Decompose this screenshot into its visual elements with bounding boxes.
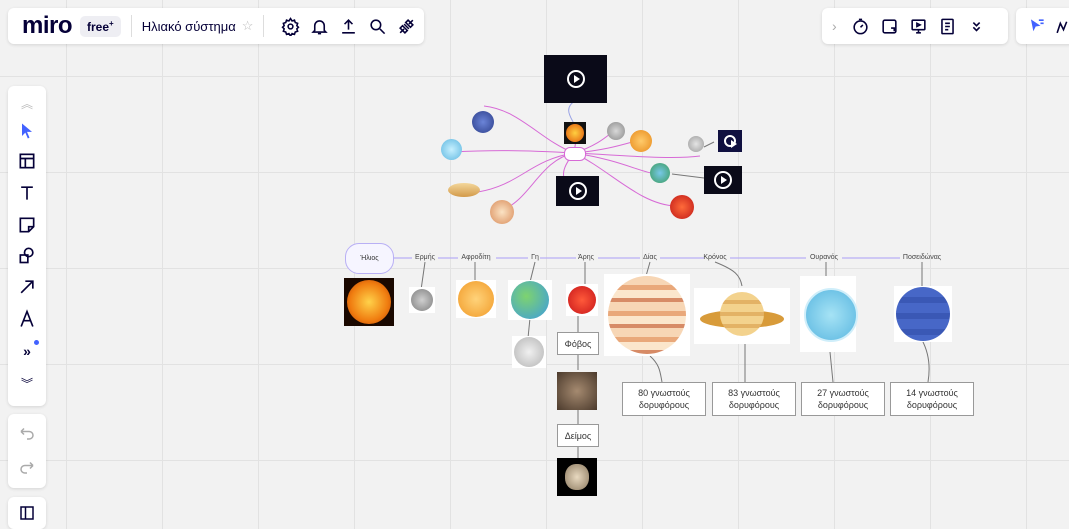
deimos-image	[565, 464, 589, 490]
center-node[interactable]: Ήλιος	[345, 243, 394, 274]
neptune-moons-note[interactable]: 14 γνωστούς δορυφόρους	[890, 382, 974, 416]
deimos-photo[interactable]	[557, 458, 597, 496]
uranus-card[interactable]	[800, 276, 856, 352]
play-icon[interactable]	[714, 171, 732, 189]
sun-small	[566, 124, 584, 142]
canvas-connectors	[0, 0, 1069, 525]
branch-mercury[interactable]: Ερμής	[415, 254, 435, 261]
branch-neptune[interactable]: Ποσειδώνας	[903, 254, 941, 261]
moon-image	[514, 337, 544, 367]
sun-image	[347, 280, 391, 324]
deimos-note[interactable]: Δείμος	[557, 424, 599, 447]
branch-earth[interactable]: Γη	[531, 254, 539, 261]
uranus-image	[804, 288, 858, 342]
branch-venus[interactable]: Αφροδίτη	[461, 254, 490, 261]
earth-small[interactable]	[650, 163, 670, 183]
branch-uranus[interactable]: Ουρανός	[810, 254, 838, 261]
neptune-small[interactable]	[472, 111, 494, 133]
branch-saturn[interactable]: Κρόνος	[703, 254, 726, 261]
earth-card[interactable]	[508, 280, 552, 320]
jupiter-card[interactable]	[604, 274, 690, 356]
play-icon[interactable]	[724, 135, 736, 147]
branch-jupiter[interactable]: Δίας	[643, 254, 657, 261]
uranus-moons-note[interactable]: 27 γνωστούς δορυφόρους	[801, 382, 885, 416]
jupiter-image	[608, 276, 686, 354]
phobos-photo[interactable]	[557, 372, 597, 410]
video-thumbnail-top[interactable]	[544, 55, 607, 103]
saturn-card[interactable]	[694, 288, 790, 344]
saturn-moons-note[interactable]: 83 γνωστούς δορυφόρους	[712, 382, 796, 416]
video-thumbnail-right[interactable]	[704, 166, 742, 194]
saturn-image	[720, 292, 764, 336]
video-thumbnail-small[interactable]	[718, 130, 742, 152]
video-thumbnail-mid[interactable]	[556, 176, 599, 206]
mercury-small[interactable]	[607, 122, 625, 140]
earth-image	[511, 281, 549, 319]
mars-image	[568, 286, 596, 314]
mercury-card[interactable]	[409, 287, 435, 313]
mars-card[interactable]	[566, 284, 598, 316]
moon-small[interactable]	[688, 136, 704, 152]
sun-photo[interactable]	[344, 278, 394, 326]
center-node-label: Ήλιος	[360, 255, 378, 262]
phobos-note[interactable]: Φόβος	[557, 332, 599, 355]
moon-card[interactable]	[512, 336, 546, 368]
saturn-small[interactable]	[448, 183, 480, 197]
play-icon[interactable]	[569, 182, 587, 200]
neptune-image	[896, 287, 950, 341]
uranus-small[interactable]	[441, 139, 462, 160]
jupiter-moons-note[interactable]: 80 γνωστούς δορυφόρους	[622, 382, 706, 416]
venus-image	[458, 281, 494, 317]
venus-small[interactable]	[630, 130, 652, 152]
neptune-card[interactable]	[894, 286, 952, 342]
venus-card[interactable]	[456, 280, 496, 318]
mini-center-node[interactable]	[564, 147, 586, 161]
sun-photo-small[interactable]	[564, 122, 586, 144]
jupiter-small[interactable]	[490, 200, 514, 224]
mercury-image	[411, 289, 433, 311]
play-icon[interactable]	[567, 70, 585, 88]
mars-small[interactable]	[670, 195, 694, 219]
branch-mars[interactable]: Άρης	[578, 254, 594, 261]
